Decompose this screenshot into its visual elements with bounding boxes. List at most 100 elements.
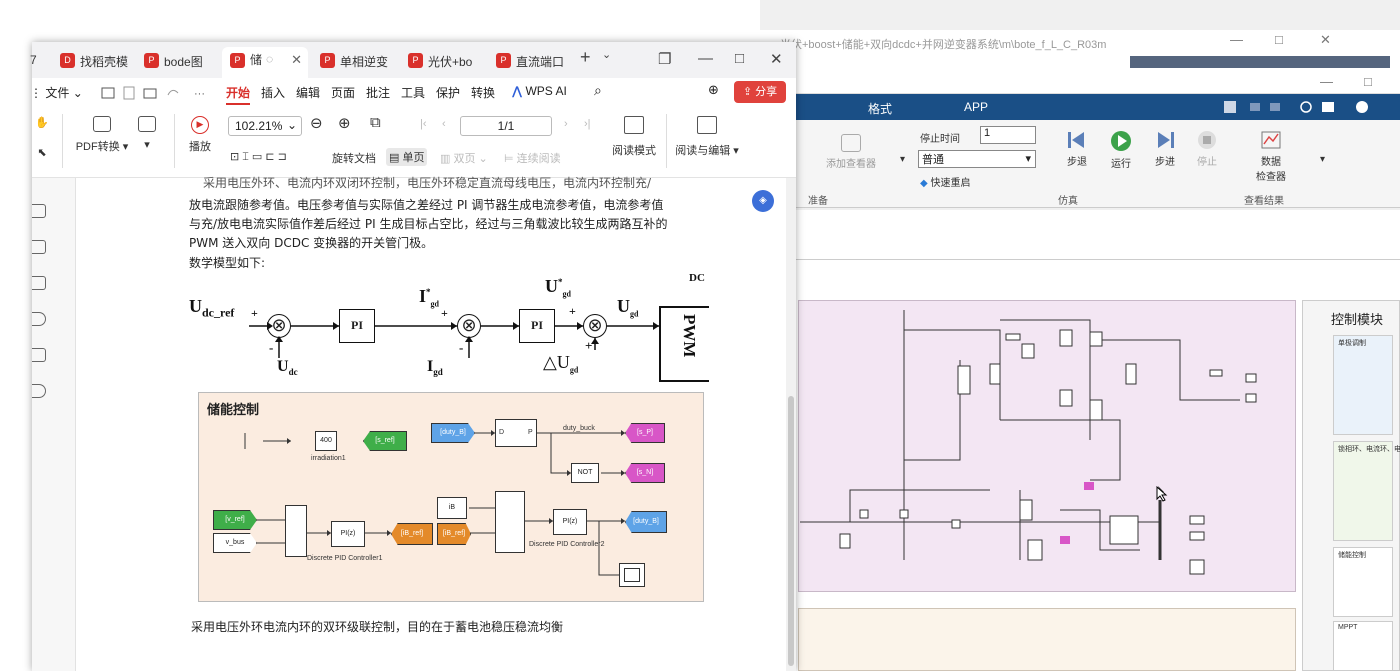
- menu-start[interactable]: 开始: [226, 84, 251, 105]
- menu-annotate[interactable]: 批注: [366, 84, 390, 101]
- quick-access-icons[interactable]: [1210, 99, 1395, 115]
- menu-app[interactable]: APP: [964, 100, 988, 114]
- add-viewer-button[interactable]: 添加查看器: [816, 134, 886, 170]
- menu-tools[interactable]: 工具: [401, 84, 425, 101]
- pdf-toolbar: ✋ ⬉ PDF转换 ▾ ▾ ▶ 播放 102.21% ⌄ ⊖ ⊕ ⧉ ⊡ ⌶ ▭ …: [32, 106, 796, 178]
- storage-ctrl-block[interactable]: 储能控制: [1333, 547, 1393, 617]
- read-edit-button[interactable]: 阅读与编辑 ▾: [672, 116, 742, 158]
- tab-1[interactable]: D 找稻壳模: [52, 49, 136, 73]
- hand-tool-icon[interactable]: ✋: [34, 116, 50, 129]
- select-tool-icon[interactable]: ⬉: [34, 146, 50, 159]
- comment-icon[interactable]: [32, 276, 46, 290]
- tab-6[interactable]: P 直流端口: [488, 49, 572, 73]
- quick-tools-icons[interactable]: ···: [100, 85, 220, 101]
- ib-measure-block: iB: [437, 497, 467, 519]
- results-dropdown-icon[interactable]: ▾: [1320, 154, 1325, 165]
- export-image-button[interactable]: ▾: [132, 116, 162, 151]
- pdf-reader-window[interactable]: 7 D 找稻壳模 Pbode图 P 储 ◌ ✕ P 单相逆变 P 光伏+bo P 直流端口 +…: [30, 42, 796, 671]
- menu-page[interactable]: 页面: [331, 84, 355, 101]
- play-button[interactable]: ▶ 播放: [182, 116, 218, 154]
- attachment-icon[interactable]: [32, 312, 46, 326]
- simulink-maximize-button[interactable]: □: [1275, 32, 1283, 47]
- tab-2[interactable]: Pbode图: [136, 49, 220, 73]
- scope-block: [619, 563, 645, 587]
- menu-edit[interactable]: 编辑: [296, 84, 320, 101]
- continuous-read-button[interactable]: ⊨ 连续阅读: [504, 150, 561, 166]
- summing-junction-3: ⊗: [583, 314, 607, 338]
- view-tools-icons[interactable]: ⊡ ⌶ ▭ ⊏ ⊐: [230, 150, 287, 164]
- sim-mode-select[interactable]: 普通 ▾: [918, 150, 1036, 168]
- pdf-convert-button[interactable]: PDF转换 ▾: [72, 116, 132, 154]
- scrollbar-thumb[interactable]: [788, 396, 794, 666]
- pdf-page[interactable]: 采用电压外环、电流内环双闭环控制，电压外环稳定直流母线电压，电流内环控制充/ 放…: [76, 176, 786, 671]
- menu-format[interactable]: 格式: [868, 100, 892, 117]
- search-icon[interactable]: ⌕: [594, 82, 602, 99]
- double-page-button[interactable]: ▥ 双页 ⌄: [440, 150, 488, 166]
- menu-protect[interactable]: 保护: [436, 84, 460, 101]
- simulink-window[interactable]: 光伏+boost+储能+双向dcdc+并网逆变器系统\m\bote_f_L_C_…: [760, 0, 1400, 671]
- simulink-close-button[interactable]: ✕: [1320, 32, 1331, 48]
- rotate-doc-button[interactable]: 旋转文档: [332, 150, 376, 166]
- step-forward-icon: [1158, 132, 1174, 148]
- run-button[interactable]: 运行: [1104, 130, 1138, 170]
- ai-assistant-button[interactable]: ◈: [752, 190, 774, 212]
- simulink-sub-minimize-button[interactable]: —: [1320, 74, 1333, 89]
- new-tab-button[interactable]: +: [580, 47, 591, 68]
- v-bus-tag: v_bus: [213, 533, 257, 553]
- restore-window-button[interactable]: ❐: [658, 50, 671, 68]
- menu-wps-ai[interactable]: ⋀ WPS AI: [512, 84, 567, 98]
- simulink-canvas[interactable]: 控制模块 单极调制 锁相环、电流环、电压环 储能控制 MPPT: [760, 260, 1400, 671]
- fast-restart-toggle[interactable]: ◆ 快速重启: [920, 174, 970, 189]
- pll-block[interactable]: 锁相环、电流环、电压环: [1333, 441, 1400, 541]
- double-page-icon: ▥: [440, 153, 454, 165]
- stop-button[interactable]: 停止: [1190, 130, 1224, 168]
- menu-file[interactable]: ⋮ 文件 ⌄: [30, 84, 83, 101]
- menu-convert[interactable]: 转换: [471, 84, 495, 101]
- tab-5[interactable]: P 光伏+bo: [400, 49, 484, 73]
- bookmark-icon[interactable]: [32, 240, 46, 254]
- fit-page-icon[interactable]: ⧉: [370, 114, 381, 131]
- tab-3-active[interactable]: P 储 ◌ ✕: [222, 47, 308, 78]
- igd-ref-label: I* gd: [419, 286, 439, 309]
- mppt-block[interactable]: MPPT: [1333, 621, 1393, 671]
- pdf-scrollbar[interactable]: [786, 178, 796, 671]
- menu-insert[interactable]: 插入: [261, 84, 285, 101]
- control-module-title: 控制模块: [1331, 312, 1384, 327]
- step-back-button[interactable]: 步退: [1060, 130, 1094, 168]
- minimize-button[interactable]: —: [698, 50, 713, 67]
- close-icon[interactable]: ✕: [291, 52, 302, 68]
- data-inspector-button[interactable]: 数据 检查器: [1236, 130, 1306, 183]
- zoom-out-icon[interactable]: ⊖: [310, 114, 323, 132]
- rotate-doc-label: 旋转文档: [332, 153, 376, 165]
- mouse-cursor-icon: [1156, 486, 1168, 502]
- zoom-in-icon[interactable]: ⊕: [338, 114, 351, 132]
- read-mode-button[interactable]: 阅读模式: [606, 116, 662, 158]
- thumbnail-icon[interactable]: [32, 204, 46, 218]
- next-page-icon[interactable]: ›: [564, 118, 568, 130]
- prev-page-icon[interactable]: ‹: [442, 118, 446, 130]
- page-number-input[interactable]: 1/1: [460, 116, 552, 136]
- unipolar-mod-block[interactable]: 单极调制: [1333, 335, 1393, 435]
- assistant-icon: ◈: [759, 195, 767, 206]
- simulink-sub-maximize-button[interactable]: □: [1364, 74, 1372, 89]
- stop-time-input[interactable]: 1: [980, 126, 1036, 144]
- share-button[interactable]: ⇪ 分享: [734, 81, 786, 103]
- close-window-button[interactable]: ✕: [770, 50, 783, 68]
- pdf-icon: P: [230, 53, 245, 68]
- first-page-icon[interactable]: |‹: [420, 118, 427, 130]
- zoom-select[interactable]: 102.21% ⌄: [228, 116, 302, 136]
- control-module-panel[interactable]: 控制模块 单极调制 锁相环、电流环、电压环 储能控制 MPPT: [1302, 300, 1400, 671]
- igd-ref-star: *: [426, 287, 431, 297]
- maximize-button[interactable]: □: [735, 50, 744, 67]
- prepare-dropdown-icon[interactable]: ▾: [900, 154, 905, 165]
- cloud-upload-icon[interactable]: ⊕: [708, 82, 719, 98]
- tab-4[interactable]: P 单相逆变: [312, 49, 396, 73]
- single-page-button[interactable]: ▤ 单页: [386, 148, 428, 166]
- last-page-icon[interactable]: ›|: [584, 118, 591, 130]
- step-forward-button[interactable]: 步进: [1148, 130, 1182, 168]
- sum-block-1: [285, 505, 307, 557]
- layers-icon[interactable]: [32, 384, 46, 398]
- signature-icon[interactable]: [32, 348, 46, 362]
- simulink-minimize-button[interactable]: —: [1230, 32, 1243, 47]
- tab-list-chevron-icon[interactable]: ⌄: [602, 48, 611, 61]
